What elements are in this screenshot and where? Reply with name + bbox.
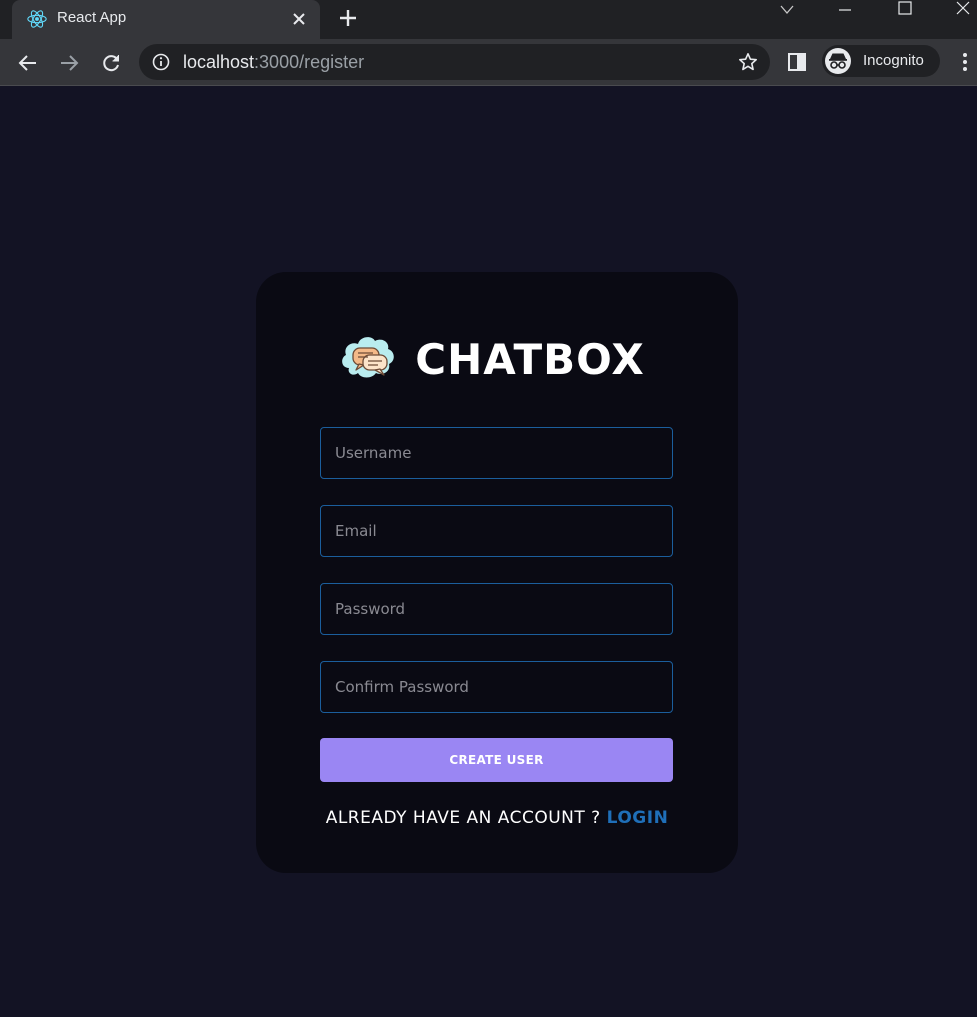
- incognito-label: Incognito: [863, 52, 924, 69]
- email-input[interactable]: [320, 505, 673, 557]
- address-bar[interactable]: localhost:3000/register: [139, 44, 770, 80]
- login-prompt: ALREADY HAVE AN ACCOUNT ? LOGIN: [256, 808, 738, 828]
- window-close-icon[interactable]: [940, 0, 977, 20]
- kebab-menu-icon[interactable]: [955, 51, 975, 73]
- plus-icon[interactable]: [336, 6, 360, 30]
- minimize-icon[interactable]: [822, 0, 868, 20]
- brand: CHATBOX: [256, 330, 738, 388]
- arrow-left-icon[interactable]: [15, 50, 41, 76]
- chat-bubbles-logo-icon: [342, 337, 395, 378]
- react-logo-icon: [27, 10, 47, 28]
- confirm-password-input[interactable]: [320, 661, 673, 713]
- username-input[interactable]: [320, 427, 673, 479]
- maximize-icon[interactable]: [882, 0, 928, 20]
- info-icon[interactable]: [152, 53, 170, 71]
- url-host: localhost: [183, 52, 255, 72]
- brand-name: CHATBOX: [415, 334, 645, 384]
- side-panel-icon[interactable]: [786, 51, 808, 73]
- incognito-profile-button[interactable]: Incognito: [822, 45, 940, 77]
- browser-titlebar: React App: [0, 0, 977, 39]
- star-icon[interactable]: [738, 52, 758, 72]
- incognito-icon: [825, 48, 851, 74]
- url-text[interactable]: localhost:3000/register: [183, 52, 364, 73]
- login-link[interactable]: LOGIN: [607, 808, 669, 828]
- login-prompt-text: ALREADY HAVE AN ACCOUNT ?: [325, 808, 601, 828]
- password-input[interactable]: [320, 583, 673, 635]
- create-user-button[interactable]: CREATE USER: [320, 738, 673, 782]
- close-icon[interactable]: [288, 8, 310, 30]
- page-content: CHATBOX CREATE USER ALREADY HAVE AN ACCO…: [0, 87, 977, 1017]
- browser-toolbar: localhost:3000/register Incognito: [0, 39, 977, 86]
- reload-icon[interactable]: [98, 50, 124, 76]
- browser-tab[interactable]: React App: [12, 0, 320, 39]
- arrow-right-icon[interactable]: [56, 50, 82, 76]
- tab-search-icon[interactable]: [764, 0, 810, 20]
- tab-title: React App: [57, 9, 127, 26]
- url-path: :3000/register: [254, 52, 365, 72]
- register-form: CHATBOX CREATE USER ALREADY HAVE AN ACCO…: [256, 272, 738, 873]
